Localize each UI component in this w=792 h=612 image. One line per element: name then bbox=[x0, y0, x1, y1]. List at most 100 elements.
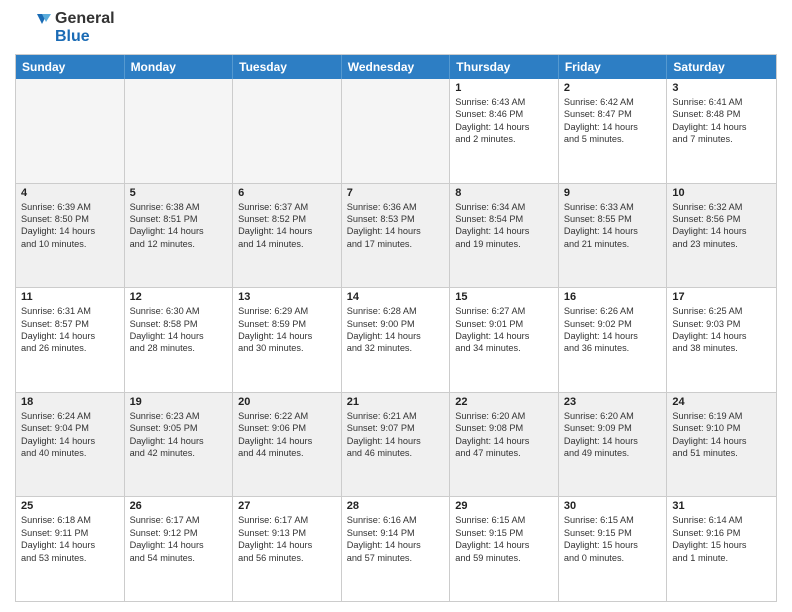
day-number: 25 bbox=[21, 500, 119, 512]
day-info: Sunrise: 6:24 AMSunset: 9:04 PMDaylight:… bbox=[21, 410, 119, 460]
logo-blue-text: Blue bbox=[55, 28, 115, 46]
day-number: 2 bbox=[564, 82, 662, 94]
calendar-cell: 8 Sunrise: 6:34 AMSunset: 8:54 PMDaylight… bbox=[450, 184, 559, 288]
day-number: 14 bbox=[347, 291, 445, 303]
day-number: 19 bbox=[130, 396, 228, 408]
day-info: Sunrise: 6:15 AMSunset: 9:15 PMDaylight:… bbox=[564, 514, 662, 564]
calendar-row: 1 Sunrise: 6:43 AMSunset: 8:46 PMDaylight… bbox=[16, 79, 776, 183]
day-number: 21 bbox=[347, 396, 445, 408]
day-number: 4 bbox=[21, 187, 119, 199]
header-cell-tuesday: Tuesday bbox=[233, 55, 342, 79]
header-cell-thursday: Thursday bbox=[450, 55, 559, 79]
day-info: Sunrise: 6:20 AMSunset: 9:09 PMDaylight:… bbox=[564, 410, 662, 460]
day-info: Sunrise: 6:19 AMSunset: 9:10 PMDaylight:… bbox=[672, 410, 771, 460]
day-info: Sunrise: 6:37 AMSunset: 8:52 PMDaylight:… bbox=[238, 201, 336, 251]
day-info: Sunrise: 6:36 AMSunset: 8:53 PMDaylight:… bbox=[347, 201, 445, 251]
day-number: 27 bbox=[238, 500, 336, 512]
calendar-row: 25 Sunrise: 6:18 AMSunset: 9:11 PMDayligh… bbox=[16, 496, 776, 601]
calendar-cell: 22 Sunrise: 6:20 AMSunset: 9:08 PMDayligh… bbox=[450, 393, 559, 497]
calendar-cell: 5 Sunrise: 6:38 AMSunset: 8:51 PMDaylight… bbox=[125, 184, 234, 288]
day-info: Sunrise: 6:43 AMSunset: 8:46 PMDaylight:… bbox=[455, 96, 553, 146]
day-info: Sunrise: 6:31 AMSunset: 8:57 PMDaylight:… bbox=[21, 305, 119, 355]
calendar-cell: 25 Sunrise: 6:18 AMSunset: 9:11 PMDayligh… bbox=[16, 497, 125, 601]
day-info: Sunrise: 6:32 AMSunset: 8:56 PMDaylight:… bbox=[672, 201, 771, 251]
day-info: Sunrise: 6:28 AMSunset: 9:00 PMDaylight:… bbox=[347, 305, 445, 355]
day-info: Sunrise: 6:14 AMSunset: 9:16 PMDaylight:… bbox=[672, 514, 771, 564]
day-info: Sunrise: 6:25 AMSunset: 9:03 PMDaylight:… bbox=[672, 305, 771, 355]
calendar-cell: 14 Sunrise: 6:28 AMSunset: 9:00 PMDayligh… bbox=[342, 288, 451, 392]
calendar-cell bbox=[16, 79, 125, 183]
calendar-cell: 21 Sunrise: 6:21 AMSunset: 9:07 PMDayligh… bbox=[342, 393, 451, 497]
calendar-cell: 19 Sunrise: 6:23 AMSunset: 9:05 PMDayligh… bbox=[125, 393, 234, 497]
day-number: 11 bbox=[21, 291, 119, 303]
calendar-cell: 6 Sunrise: 6:37 AMSunset: 8:52 PMDaylight… bbox=[233, 184, 342, 288]
calendar-row: 11 Sunrise: 6:31 AMSunset: 8:57 PMDayligh… bbox=[16, 287, 776, 392]
day-info: Sunrise: 6:39 AMSunset: 8:50 PMDaylight:… bbox=[21, 201, 119, 251]
day-info: Sunrise: 6:22 AMSunset: 9:06 PMDaylight:… bbox=[238, 410, 336, 460]
calendar-cell: 27 Sunrise: 6:17 AMSunset: 9:13 PMDayligh… bbox=[233, 497, 342, 601]
calendar-cell bbox=[233, 79, 342, 183]
logo: GeneralBlue bbox=[15, 10, 115, 46]
day-info: Sunrise: 6:42 AMSunset: 8:47 PMDaylight:… bbox=[564, 96, 662, 146]
day-number: 5 bbox=[130, 187, 228, 199]
day-number: 6 bbox=[238, 187, 336, 199]
day-info: Sunrise: 6:23 AMSunset: 9:05 PMDaylight:… bbox=[130, 410, 228, 460]
day-info: Sunrise: 6:27 AMSunset: 9:01 PMDaylight:… bbox=[455, 305, 553, 355]
calendar-cell: 16 Sunrise: 6:26 AMSunset: 9:02 PMDayligh… bbox=[559, 288, 668, 392]
day-info: Sunrise: 6:34 AMSunset: 8:54 PMDaylight:… bbox=[455, 201, 553, 251]
calendar-cell: 24 Sunrise: 6:19 AMSunset: 9:10 PMDayligh… bbox=[667, 393, 776, 497]
day-number: 15 bbox=[455, 291, 553, 303]
calendar-cell: 4 Sunrise: 6:39 AMSunset: 8:50 PMDaylight… bbox=[16, 184, 125, 288]
calendar-cell: 11 Sunrise: 6:31 AMSunset: 8:57 PMDayligh… bbox=[16, 288, 125, 392]
day-info: Sunrise: 6:21 AMSunset: 9:07 PMDaylight:… bbox=[347, 410, 445, 460]
day-number: 22 bbox=[455, 396, 553, 408]
calendar-cell: 12Sunrise: 6:30 AMSunset: 8:58 PMDayligh… bbox=[125, 288, 234, 392]
calendar-cell: 31 Sunrise: 6:14 AMSunset: 9:16 PMDayligh… bbox=[667, 497, 776, 601]
day-number: 9 bbox=[564, 187, 662, 199]
calendar-cell: 18 Sunrise: 6:24 AMSunset: 9:04 PMDayligh… bbox=[16, 393, 125, 497]
calendar-cell: 3Sunrise: 6:41 AMSunset: 8:48 PMDaylight… bbox=[667, 79, 776, 183]
day-number: 10 bbox=[672, 187, 771, 199]
day-number: 30 bbox=[564, 500, 662, 512]
day-info: Sunrise: 6:17 AMSunset: 9:13 PMDaylight:… bbox=[238, 514, 336, 564]
day-info: Sunrise: 6:38 AMSunset: 8:51 PMDaylight:… bbox=[130, 201, 228, 251]
day-number: 1 bbox=[455, 82, 553, 94]
day-number: 31 bbox=[672, 500, 771, 512]
day-number: 16 bbox=[564, 291, 662, 303]
calendar-cell: 17 Sunrise: 6:25 AMSunset: 9:03 PMDayligh… bbox=[667, 288, 776, 392]
calendar-cell: 15 Sunrise: 6:27 AMSunset: 9:01 PMDayligh… bbox=[450, 288, 559, 392]
day-number: 28 bbox=[347, 500, 445, 512]
logo-general-text: General bbox=[55, 10, 115, 28]
calendar-cell: 7Sunrise: 6:36 AMSunset: 8:53 PMDaylight… bbox=[342, 184, 451, 288]
day-number: 17 bbox=[672, 291, 771, 303]
calendar-header: SundayMondayTuesdayWednesdayThursdayFrid… bbox=[16, 55, 776, 79]
day-number: 3 bbox=[672, 82, 771, 94]
day-info: Sunrise: 6:18 AMSunset: 9:11 PMDaylight:… bbox=[21, 514, 119, 564]
calendar-cell: 20 Sunrise: 6:22 AMSunset: 9:06 PMDayligh… bbox=[233, 393, 342, 497]
calendar-cell: 23Sunrise: 6:20 AMSunset: 9:09 PMDayligh… bbox=[559, 393, 668, 497]
calendar-cell: 10 Sunrise: 6:32 AMSunset: 8:56 PMDayligh… bbox=[667, 184, 776, 288]
calendar-cell bbox=[342, 79, 451, 183]
calendar-cell: 28 Sunrise: 6:16 AMSunset: 9:14 PMDayligh… bbox=[342, 497, 451, 601]
day-number: 12 bbox=[130, 291, 228, 303]
day-info: Sunrise: 6:16 AMSunset: 9:14 PMDaylight:… bbox=[347, 514, 445, 564]
header-cell-saturday: Saturday bbox=[667, 55, 776, 79]
calendar-cell bbox=[125, 79, 234, 183]
header-cell-friday: Friday bbox=[559, 55, 668, 79]
calendar-cell: 1 Sunrise: 6:43 AMSunset: 8:46 PMDaylight… bbox=[450, 79, 559, 183]
day-number: 26 bbox=[130, 500, 228, 512]
calendar-body: 1 Sunrise: 6:43 AMSunset: 8:46 PMDaylight… bbox=[16, 79, 776, 601]
calendar-cell: 30 Sunrise: 6:15 AMSunset: 9:15 PMDayligh… bbox=[559, 497, 668, 601]
day-number: 8 bbox=[455, 187, 553, 199]
calendar: SundayMondayTuesdayWednesdayThursdayFrid… bbox=[15, 54, 777, 602]
day-info: Sunrise: 6:29 AMSunset: 8:59 PMDaylight:… bbox=[238, 305, 336, 355]
day-number: 18 bbox=[21, 396, 119, 408]
day-info: Sunrise: 6:20 AMSunset: 9:08 PMDaylight:… bbox=[455, 410, 553, 460]
day-info: Sunrise: 6:26 AMSunset: 9:02 PMDaylight:… bbox=[564, 305, 662, 355]
day-number: 13 bbox=[238, 291, 336, 303]
day-number: 20 bbox=[238, 396, 336, 408]
calendar-cell: 29Sunrise: 6:15 AMSunset: 9:15 PMDayligh… bbox=[450, 497, 559, 601]
day-number: 24 bbox=[672, 396, 771, 408]
day-info: Sunrise: 6:15 AMSunset: 9:15 PMDaylight:… bbox=[455, 514, 553, 564]
calendar-cell: 2 Sunrise: 6:42 AMSunset: 8:47 PMDaylight… bbox=[559, 79, 668, 183]
